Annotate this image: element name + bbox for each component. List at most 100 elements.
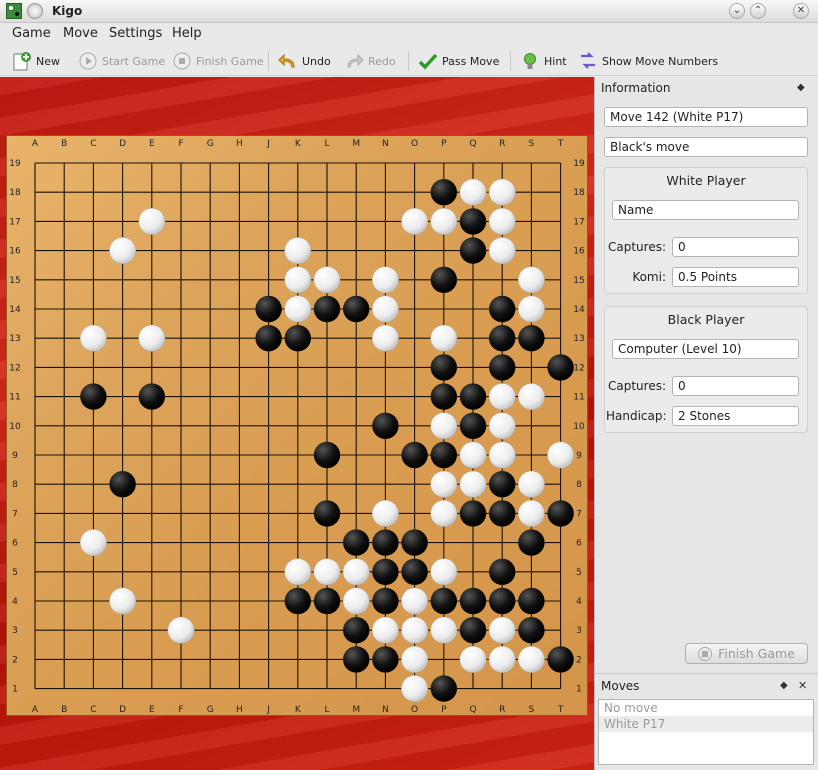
dock-close-icon[interactable]: ✕ (798, 679, 807, 692)
row-label: 8 (12, 480, 18, 490)
go-board[interactable]: AABBCCDDEEFFGGHHJJKKLLMMNNOOPPQQRRSSTT11… (6, 135, 588, 716)
menu-move[interactable]: Move (63, 25, 98, 42)
row-label: 19 (573, 159, 585, 169)
row-label: 9 (576, 451, 582, 461)
column-label: M (352, 139, 360, 149)
white-stone (371, 295, 399, 323)
column-label: R (499, 139, 505, 149)
menu-help[interactable]: Help (172, 25, 202, 42)
column-label: T (557, 705, 564, 715)
black-stone (489, 500, 516, 527)
dock-float-icon[interactable]: ◆ (780, 680, 788, 691)
new-document-icon (12, 51, 32, 71)
black-stone (343, 295, 370, 323)
hint-button[interactable]: Hint (520, 50, 567, 72)
row-label: 19 (9, 159, 21, 169)
white-stone (284, 558, 312, 586)
row-label: 14 (573, 305, 585, 315)
column-label: T (557, 139, 564, 149)
close-icon[interactable]: ✕ (793, 3, 809, 19)
column-label: B (61, 139, 67, 149)
black-stone (459, 383, 487, 410)
black-stone (372, 587, 399, 615)
move-list-item[interactable]: White P17 (599, 716, 813, 732)
black-stone (430, 383, 457, 410)
black-player-name-field[interactable]: Computer (Level 10) (612, 339, 799, 359)
column-label: J (266, 139, 270, 149)
maximize-icon[interactable]: ⌃ (750, 3, 766, 19)
black-stone (343, 646, 370, 673)
minimize-icon[interactable]: ⌄ (729, 3, 745, 19)
black-stone (489, 558, 516, 585)
column-label: L (324, 139, 329, 149)
lightbulb-icon (520, 51, 540, 71)
white-player-name-field[interactable]: Name (612, 200, 799, 220)
menu-bar: Game Move Settings Help (0, 23, 818, 45)
white-stone (138, 207, 166, 235)
column-label: A (32, 705, 39, 715)
new-button[interactable]: New (12, 50, 60, 72)
column-label: C (90, 139, 96, 149)
column-label: J (266, 705, 270, 715)
show-move-numbers-button[interactable]: Show Move Numbers (578, 50, 718, 72)
menu-settings[interactable]: Settings (109, 25, 162, 42)
window-menu-icon[interactable] (27, 3, 43, 19)
black-stone (313, 441, 341, 469)
white-stone (401, 675, 429, 703)
menu-game[interactable]: Game (12, 25, 51, 42)
row-label: 18 (573, 188, 585, 198)
column-label: P (441, 139, 447, 149)
pass-move-button[interactable]: Pass Move (418, 50, 499, 72)
row-label: 10 (573, 422, 585, 432)
row-label: 16 (9, 247, 21, 257)
white-stone (109, 237, 137, 265)
row-label: 7 (12, 509, 18, 519)
moves-list[interactable]: No move White P17 (598, 699, 814, 765)
black-stone (80, 383, 107, 410)
row-label: 12 (573, 363, 584, 373)
white-stone (371, 499, 399, 527)
redo-button[interactable]: Redo (344, 50, 396, 72)
black-stone (255, 325, 282, 352)
kigo-app-icon[interactable] (6, 3, 22, 19)
move-info-field: Move 142 (White P17) (604, 107, 808, 127)
white-stone (547, 441, 575, 469)
white-stone (488, 237, 516, 265)
row-label: 3 (12, 626, 18, 636)
column-label: N (382, 705, 389, 715)
black-stone (518, 325, 545, 352)
go-board-svg[interactable]: AABBCCDDEEFFGGHHJJKKLLMMNNOOPPQQRRSSTT1 1… (7, 136, 587, 715)
toolbar-separator (268, 51, 269, 71)
white-stone (401, 616, 429, 644)
row-label: 6 (576, 539, 582, 549)
black-stone (547, 646, 574, 673)
black-stone (489, 354, 516, 381)
black-captures-label: Captures: (607, 379, 666, 393)
black-stone (489, 295, 516, 323)
column-label: F (178, 705, 183, 715)
black-stone (518, 587, 545, 615)
column-label: L (324, 705, 329, 715)
white-stone (517, 499, 545, 527)
white-stone (371, 266, 399, 294)
white-stone (517, 295, 545, 323)
black-stone (518, 617, 545, 644)
white-stone (430, 412, 458, 440)
undo-arrow-icon (278, 51, 298, 71)
white-stone (371, 324, 399, 352)
komi-label: Komi: (632, 270, 666, 284)
white-stone (313, 266, 341, 294)
black-stone (284, 325, 311, 352)
white-stone (517, 645, 545, 673)
white-stone (313, 558, 341, 586)
finish-game-toolbar-button[interactable]: Finish Game (172, 50, 264, 72)
finish-game-button[interactable]: Finish Game (685, 643, 808, 664)
undo-button[interactable]: Undo (278, 50, 331, 72)
handicap-label: Handicap: (606, 409, 667, 423)
dock-float-icon[interactable]: ◆ (797, 82, 805, 93)
black-stone (459, 208, 487, 235)
row-label: 1 (12, 685, 18, 695)
start-game-button[interactable]: Start Game (78, 50, 165, 72)
move-list-item[interactable]: No move (599, 700, 813, 716)
column-label: K (295, 139, 302, 149)
